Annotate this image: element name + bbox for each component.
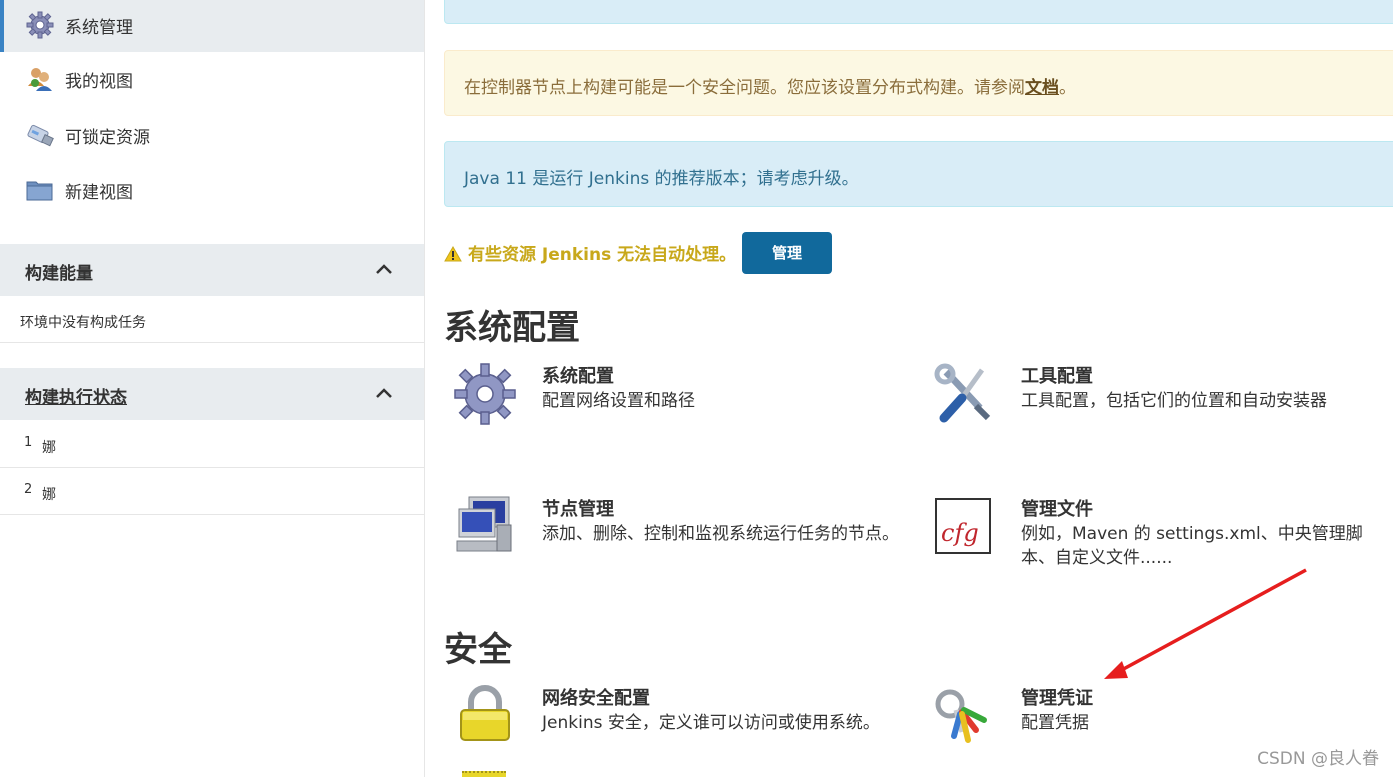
tile-title[interactable]: 网络安全配置 xyxy=(542,684,650,710)
next-tile-icon-partial xyxy=(462,771,506,777)
build-queue-empty: 环境中没有构成任务 xyxy=(0,296,424,343)
security-section-title: 安全 xyxy=(444,630,512,670)
svg-text:cfg: cfg xyxy=(941,519,979,547)
executors-title[interactable]: 构建执行状态 xyxy=(25,383,127,408)
tile-title[interactable]: 工具配置 xyxy=(1021,362,1093,388)
executors-header[interactable]: 构建执行状态 xyxy=(0,368,424,420)
tile-description: Jenkins 安全，定义谁可以访问或使用系统。 xyxy=(542,713,880,733)
sidebar-item-label: 可锁定资源 xyxy=(65,128,150,148)
computer-icon xyxy=(456,496,512,552)
users-icon xyxy=(28,68,52,91)
tile-title[interactable]: 系统配置 xyxy=(542,362,614,388)
sidebar-item-my-views[interactable]: 我的视图 xyxy=(0,54,424,106)
sidebar-item-label: 新建视图 xyxy=(65,183,133,203)
chevron-up-icon[interactable] xyxy=(373,260,395,278)
executor-number: 1 xyxy=(24,435,33,450)
executor-row: 1 娜 xyxy=(0,421,424,468)
sidebar: 系统管理 我的视图 可锁定资源 新建视图 构建能量 环境中没有构成任务 构建执行… xyxy=(0,0,425,777)
tile-description: 配置凭据 xyxy=(1021,713,1089,733)
executor-status: 娜 xyxy=(42,487,56,503)
tools-icon xyxy=(934,363,991,423)
tile-description: 工具配置，包括它们的位置和自动安装器 xyxy=(1021,391,1327,411)
cfg-file-icon: cfg xyxy=(935,498,991,554)
build-queue-empty-text: 环境中没有构成任务 xyxy=(20,315,146,331)
watermark: CSDN @良人眷 xyxy=(1257,749,1379,769)
folder-icon xyxy=(26,181,53,201)
sidebar-item-label: 我的视图 xyxy=(65,72,133,92)
sidebar-item-label: 系统管理 xyxy=(65,18,133,38)
sidebar-item-new-view[interactable]: 新建视图 xyxy=(0,165,424,217)
build-queue-header[interactable]: 构建能量 xyxy=(0,244,424,296)
tile-title[interactable]: 节点管理 xyxy=(542,495,614,521)
tile-title[interactable]: 管理文件 xyxy=(1021,495,1093,521)
sidebar-item-lockable-resources[interactable]: 可锁定资源 xyxy=(0,110,424,162)
keys-icon xyxy=(935,689,987,743)
docs-link[interactable]: 文档 xyxy=(1025,78,1059,98)
executor-status: 娜 xyxy=(42,440,56,456)
distributed-build-warning: 在控制器节点上构建可能是一个安全问题。您应该设置分布式构建。请参阅文档。 xyxy=(444,50,1393,116)
info-alert-clipped xyxy=(444,0,1393,24)
sidebar-item-system-management[interactable]: 系统管理 xyxy=(0,0,424,52)
lock-icon xyxy=(460,685,510,741)
warning-text: 在控制器节点上构建可能是一个安全问题。您应该设置分布式构建。请参阅文档。 xyxy=(464,78,1076,98)
java-alert-text: Java 11 是运行 Jenkins 的推荐版本；请考虑升级。 xyxy=(464,169,859,189)
tile-description: 例如，Maven 的 settings.xml、中央管理脚本、自定义文件....… xyxy=(1021,524,1363,568)
gear-icon xyxy=(454,363,516,425)
executor-row: 2 娜 xyxy=(0,468,424,515)
system-config-section-title: 系统配置 xyxy=(444,308,580,348)
resource-warning-text: 有些资源 Jenkins 无法自动处理。 xyxy=(468,245,737,265)
tile-description: 添加、删除、控制和监视系统运行任务的节点。 xyxy=(542,524,899,544)
chevron-up-icon[interactable] xyxy=(373,384,395,402)
tile-title[interactable]: 管理凭证 xyxy=(1021,684,1093,710)
main-content: 在控制器节点上构建可能是一个安全问题。您应该设置分布式构建。请参阅文档。 Jav… xyxy=(425,0,1393,777)
manage-button[interactable]: 管理 xyxy=(742,232,832,274)
gear-icon xyxy=(26,11,54,39)
warning-icon xyxy=(444,246,462,262)
java-version-alert: Java 11 是运行 Jenkins 的推荐版本；请考虑升级。 xyxy=(444,141,1393,207)
usb-drive-icon xyxy=(27,124,54,147)
build-queue-title: 构建能量 xyxy=(25,264,93,284)
tile-description: 配置网络设置和路径 xyxy=(542,391,695,411)
executor-number: 2 xyxy=(24,482,33,497)
resource-warning: 有些资源 Jenkins 无法自动处理。 xyxy=(444,240,736,265)
